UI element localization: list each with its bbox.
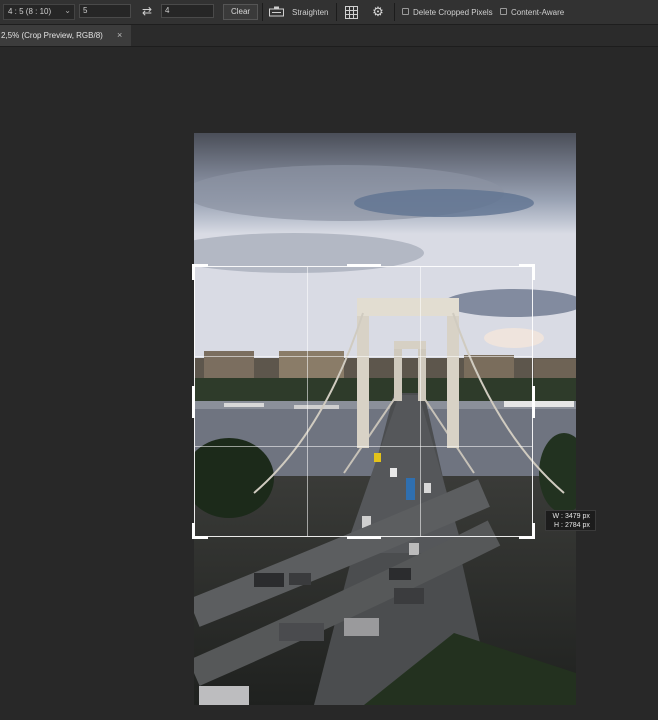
delete-cropped-checkbox[interactable] (402, 8, 409, 15)
grid-line-vertical (420, 267, 421, 536)
straighten-button[interactable]: Straighten (292, 8, 328, 17)
crop-handle-bottom-right[interactable] (532, 523, 535, 539)
crop-handle-top-left[interactable] (192, 264, 195, 280)
width-value: 3479 px (564, 513, 590, 520)
ratio-preset-select[interactable]: 4 : 5 (8 : 10) ⌄ (3, 4, 75, 20)
gear-icon[interactable]: ⚙ (371, 5, 385, 19)
crop-handle-left[interactable] (192, 386, 195, 418)
height-ratio-input[interactable]: 4 (161, 4, 214, 18)
crop-handle-bottom[interactable] (347, 536, 381, 539)
close-icon[interactable]: × (117, 25, 122, 46)
grid-line-horizontal (195, 446, 532, 447)
document-tab-bar: 2,5% (Crop Preview, RGB/8) × (0, 25, 658, 47)
height-label: H : (554, 522, 563, 529)
crop-handle-right[interactable] (532, 386, 535, 418)
chevron-down-icon: ⌄ (64, 6, 71, 15)
clear-button[interactable]: Clear (223, 4, 258, 20)
tab-document[interactable]: 2,5% (Crop Preview, RGB/8) × (0, 25, 131, 46)
delete-cropped-label: Delete Cropped Pixels (413, 8, 493, 17)
content-aware-label: Content-Aware (511, 8, 565, 17)
swap-icon[interactable]: ⇄ (140, 4, 154, 18)
divider (262, 3, 263, 21)
crop-handle-bottom-left[interactable] (192, 523, 195, 539)
grid-line-horizontal (195, 356, 532, 357)
straighten-level-icon[interactable] (269, 6, 284, 17)
width-label: W : (552, 513, 564, 520)
content-aware-checkbox[interactable] (500, 8, 507, 15)
tab-label: 2,5% (Crop Preview, RGB/8) (1, 31, 103, 40)
divider (394, 3, 395, 21)
grid-overlay-icon[interactable] (345, 6, 358, 19)
crop-handle-top-right[interactable] (532, 264, 535, 280)
grid-line-vertical (307, 267, 308, 536)
ratio-preset-value: 4 : 5 (8 : 10) (8, 7, 52, 16)
crop-bounding-box[interactable] (192, 264, 535, 539)
height-value: 2784 px (564, 522, 590, 529)
divider (336, 3, 337, 21)
crop-handle-top[interactable] (347, 264, 381, 267)
crop-dimensions-tooltip: W : 3479 px H : 2784 px (545, 510, 596, 531)
width-ratio-input[interactable]: 5 (79, 4, 131, 18)
options-bar: 4 : 5 (8 : 10) ⌄ 5 ⇄ 4 Clear Straighten … (0, 0, 658, 25)
